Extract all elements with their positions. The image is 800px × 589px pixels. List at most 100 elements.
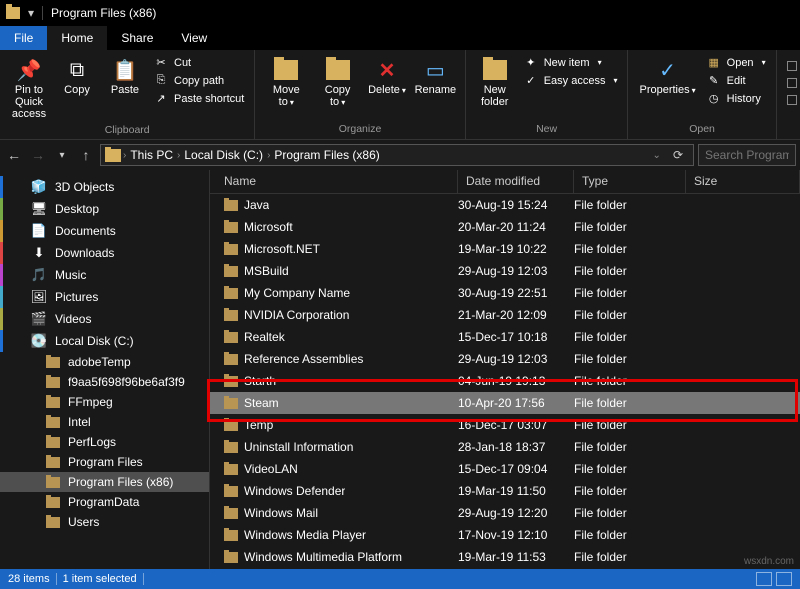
- select-all-button[interactable]: Select all: [783, 58, 800, 74]
- sidebar-item[interactable]: Users: [0, 512, 209, 532]
- edit-button[interactable]: ✎Edit: [703, 72, 770, 89]
- search-input[interactable]: [698, 144, 796, 166]
- table-row[interactable]: NVIDIA Corporation21-Mar-20 12:09File fo…: [210, 304, 800, 326]
- sidebar-label: Pictures: [55, 290, 98, 304]
- chevron-right-icon[interactable]: ›: [267, 150, 270, 161]
- copy-to-button[interactable]: Copy to▾: [313, 54, 362, 110]
- file-name: My Company Name: [244, 286, 350, 300]
- crumb-local-disk[interactable]: Local Disk (C:): [182, 148, 265, 162]
- folder-icon: [46, 397, 60, 408]
- table-row[interactable]: Java30-Aug-19 15:24File folder: [210, 194, 800, 216]
- table-row[interactable]: Realtek15-Dec-17 10:18File folder: [210, 326, 800, 348]
- address-dropdown[interactable]: ⌄: [649, 150, 665, 161]
- sidebar-item[interactable]: 🎬Videos: [0, 308, 209, 330]
- table-row[interactable]: VideoLAN15-Dec-17 09:04File folder: [210, 458, 800, 480]
- pin-quick-access-button[interactable]: 📌 Pin to Quick access: [6, 54, 52, 122]
- table-row[interactable]: MSBuild29-Aug-19 12:03File folder: [210, 260, 800, 282]
- folder-icon: [46, 477, 60, 488]
- table-row[interactable]: Microsoft20-Mar-20 11:24File folder: [210, 216, 800, 238]
- table-row[interactable]: Windows Multimedia Platform19-Mar-19 11:…: [210, 546, 800, 568]
- table-row[interactable]: Uninstall Information28-Jan-18 18:37File…: [210, 436, 800, 458]
- table-row[interactable]: Windows Mail29-Aug-19 12:20File folder: [210, 502, 800, 524]
- sidebar-label: Users: [68, 515, 99, 529]
- copy-path-button[interactable]: ⎘Copy path: [150, 72, 248, 89]
- table-row[interactable]: Windows Defender19-Mar-19 11:50File fold…: [210, 480, 800, 502]
- forward-button[interactable]: →: [28, 145, 48, 165]
- label: Copy to▾: [318, 84, 357, 108]
- select-none-button[interactable]: Select none: [783, 75, 800, 91]
- folder-icon: [324, 56, 352, 84]
- table-row[interactable]: Temp16-Dec-17 03:07File folder: [210, 414, 800, 436]
- view-details-button[interactable]: [756, 572, 772, 586]
- table-row[interactable]: Microsoft.NET19-Mar-19 10:22File folder: [210, 238, 800, 260]
- sidebar-item[interactable]: adobeTemp: [0, 352, 209, 372]
- move-to-button[interactable]: Move to▾: [261, 54, 311, 110]
- open-button[interactable]: ▦Open▾: [703, 54, 770, 71]
- column-date[interactable]: Date modified: [458, 170, 574, 193]
- copy-button[interactable]: ⧉ Copy: [54, 54, 100, 122]
- chevron-right-icon[interactable]: ›: [123, 150, 126, 161]
- folder-icon: [46, 517, 60, 528]
- properties-button[interactable]: ✓Properties▾: [634, 54, 700, 107]
- sidebar-item[interactable]: 🎵Music: [0, 264, 209, 286]
- ribbon-group-open: ✓Properties▾ ▦Open▾ ✎Edit ◷History Open: [628, 50, 776, 139]
- sidebar-item[interactable]: ProgramData: [0, 492, 209, 512]
- table-row[interactable]: Steam10-Apr-20 17:56File folder: [210, 392, 800, 414]
- recent-button[interactable]: ▾: [52, 145, 72, 165]
- table-row[interactable]: Reference Assemblies29-Aug-19 12:03File …: [210, 348, 800, 370]
- table-row[interactable]: Windows Media Player17-Nov-19 12:10File …: [210, 524, 800, 546]
- sidebar-item[interactable]: Program Files: [0, 452, 209, 472]
- column-size[interactable]: Size: [686, 170, 800, 193]
- crumb-program-files[interactable]: Program Files (x86): [272, 148, 381, 162]
- tab-view[interactable]: View: [167, 26, 221, 50]
- sidebar-item[interactable]: Program Files (x86): [0, 472, 209, 492]
- delete-button[interactable]: ✕Delete▾: [364, 54, 410, 110]
- history-button[interactable]: ◷History: [703, 90, 770, 107]
- rename-button[interactable]: ▭Rename: [412, 54, 459, 110]
- tab-home[interactable]: Home: [47, 26, 107, 50]
- sidebar-item[interactable]: FFmpeg: [0, 392, 209, 412]
- up-button[interactable]: ↑: [76, 145, 96, 165]
- table-row[interactable]: Starth04-Jun-19 19:13File folder: [210, 370, 800, 392]
- column-name[interactable]: Name: [210, 170, 458, 193]
- label: New folder: [477, 84, 513, 108]
- sidebar-item[interactable]: 📄Documents: [0, 220, 209, 242]
- column-type[interactable]: Type: [574, 170, 686, 193]
- sidebar-item[interactable]: 🖥Desktop: [0, 198, 209, 220]
- chevron-right-icon[interactable]: ›: [177, 150, 180, 161]
- label: Paste shortcut: [174, 93, 244, 105]
- paste-shortcut-button[interactable]: ↗ Paste shortcut: [150, 90, 248, 107]
- table-row[interactable]: Windows NT19-Mar-19 11:53File folder: [210, 568, 800, 569]
- sidebar-item[interactable]: 💽Local Disk (C:): [0, 330, 209, 352]
- tab-share[interactable]: Share: [107, 26, 167, 50]
- folder-icon: [224, 376, 238, 387]
- back-button[interactable]: ←: [4, 145, 24, 165]
- table-row[interactable]: My Company Name30-Aug-19 22:51File folde…: [210, 282, 800, 304]
- cut-button[interactable]: ✂Cut: [150, 54, 248, 71]
- separator: [56, 573, 57, 585]
- ribbon-tabs: File Home Share View: [0, 26, 800, 50]
- sidebar-item[interactable]: Intel: [0, 412, 209, 432]
- sidebar-item[interactable]: PerfLogs: [0, 432, 209, 452]
- new-item-button[interactable]: ✦New item▾: [520, 54, 622, 71]
- sidebar-item[interactable]: 🖼Pictures: [0, 286, 209, 308]
- navigation-pane[interactable]: 🧊3D Objects🖥Desktop📄Documents⬇Downloads🎵…: [0, 170, 210, 569]
- paste-button[interactable]: 📋 Paste: [102, 54, 148, 122]
- sidebar-item[interactable]: ⬇Downloads: [0, 242, 209, 264]
- sidebar-icon: 🎵: [31, 267, 47, 283]
- view-thumbnails-button[interactable]: [776, 572, 792, 586]
- sidebar-icon: 💽: [31, 333, 47, 349]
- refresh-button[interactable]: ⟳: [667, 148, 689, 162]
- sidebar-item[interactable]: 🧊3D Objects: [0, 176, 209, 198]
- shortcut-icon: ↗: [154, 92, 168, 105]
- new-folder-button[interactable]: New folder: [472, 54, 518, 110]
- sidebar-label: Program Files: [68, 455, 143, 469]
- breadcrumb[interactable]: › This PC › Local Disk (C:) › Program Fi…: [100, 144, 694, 166]
- crumb-this-pc[interactable]: This PC: [128, 148, 175, 162]
- overflow-icon[interactable]: ▾: [28, 6, 34, 20]
- tab-file[interactable]: File: [0, 26, 47, 50]
- easy-access-button[interactable]: ✓Easy access▾: [520, 72, 622, 89]
- sidebar-item[interactable]: f9aa5f698f96be6af3f9: [0, 372, 209, 392]
- invert-selection-button[interactable]: Invert selection: [783, 92, 800, 108]
- sidebar-label: Intel: [68, 415, 91, 429]
